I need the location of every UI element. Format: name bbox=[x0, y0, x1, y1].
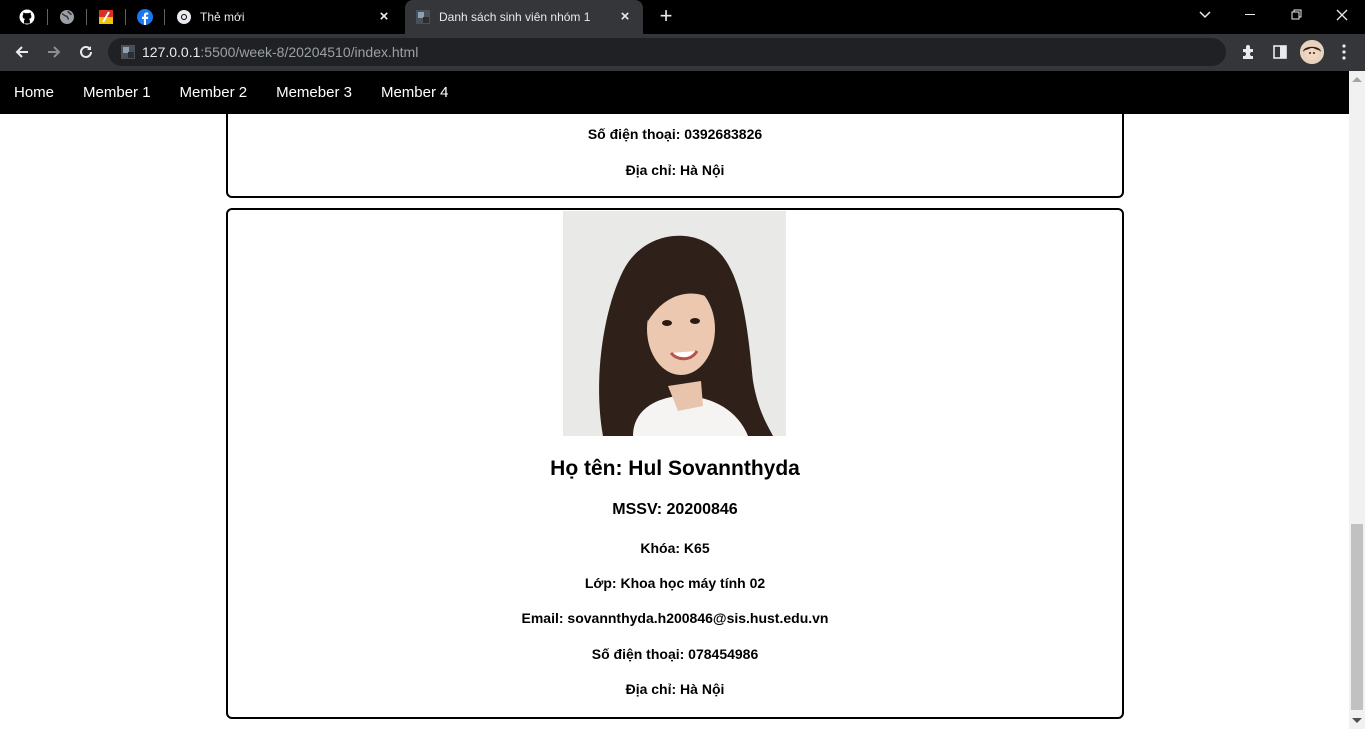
forward-button[interactable] bbox=[40, 38, 68, 66]
reload-button[interactable] bbox=[72, 38, 100, 66]
arrow-right-icon bbox=[48, 46, 61, 58]
nav-home[interactable]: Home bbox=[14, 84, 54, 101]
tab-new-tab[interactable]: Thẻ mới × bbox=[166, 0, 402, 34]
member-card: Họ tên: Hul Sovannthyda MSSV: 20200846 K… bbox=[226, 208, 1124, 719]
member-class: Lớp: Khoa học máy tính 02 bbox=[584, 575, 766, 591]
member-email: Email: sovannthyda.h200846@sis.hust.edu.… bbox=[521, 610, 829, 626]
chrome-icon bbox=[177, 10, 191, 24]
address-text: Địa chỉ: Hà Nội bbox=[625, 162, 725, 178]
nav-member-4[interactable]: Member 4 bbox=[381, 84, 449, 101]
nav-member-1[interactable]: Member 1 bbox=[83, 84, 151, 101]
member-name: Họ tên: Hul Sovannthyda bbox=[550, 457, 800, 480]
pinned-tab-facebook[interactable] bbox=[126, 0, 164, 34]
url-text: 127.0.0.1:5500/week-8/20204510/index.htm… bbox=[142, 44, 419, 60]
member-phone: Số điện thoại: 078454986 bbox=[591, 646, 759, 662]
side-panel-icon bbox=[1273, 45, 1287, 59]
restore-icon bbox=[1291, 9, 1302, 20]
reload-icon bbox=[80, 45, 92, 58]
pinned-tab-app[interactable] bbox=[87, 0, 125, 34]
arrow-left-icon bbox=[15, 46, 28, 58]
pinned-tab-globe[interactable] bbox=[48, 0, 86, 34]
tab-title: Danh sách sinh viên nhóm 1 bbox=[439, 10, 591, 24]
puzzle-icon bbox=[1243, 45, 1253, 59]
minimize-button[interactable] bbox=[1228, 0, 1274, 30]
scroll-down-arrow-icon[interactable] bbox=[1352, 718, 1362, 723]
page-favicon-icon bbox=[121, 45, 135, 59]
page-favicon-icon bbox=[416, 10, 430, 24]
side-panel-button[interactable] bbox=[1268, 40, 1292, 64]
avatar-icon bbox=[1300, 40, 1324, 64]
close-tab-icon[interactable]: × bbox=[617, 9, 633, 25]
page-scrollbar[interactable] bbox=[1349, 71, 1365, 729]
scrollbar-thumb[interactable] bbox=[1351, 524, 1363, 710]
page-viewport: Home Member 1 Member 2 Memeber 3 Member … bbox=[0, 71, 1349, 729]
tab-search-button[interactable] bbox=[1182, 0, 1228, 30]
member-mssv: MSSV: 20200846 bbox=[612, 501, 738, 518]
back-button[interactable] bbox=[8, 38, 36, 66]
restore-button[interactable] bbox=[1274, 0, 1320, 30]
close-tab-icon[interactable]: × bbox=[376, 9, 392, 25]
browser-tab-strip: Thẻ mới × Danh sách sinh viên nhóm 1 × + bbox=[0, 0, 1365, 34]
new-tab-button[interactable]: + bbox=[654, 5, 678, 29]
address-bar[interactable]: 127.0.0.1:5500/week-8/20204510/index.htm… bbox=[108, 38, 1226, 66]
browser-toolbar: 127.0.0.1:5500/week-8/20204510/index.htm… bbox=[0, 34, 1365, 71]
globe-icon bbox=[60, 10, 74, 24]
member-address: Địa chỉ: Hà Nội bbox=[625, 681, 725, 697]
pinned-tab-github[interactable] bbox=[8, 0, 46, 34]
close-icon bbox=[1336, 9, 1348, 21]
extensions-button[interactable] bbox=[1236, 40, 1260, 64]
bookmark-app-icon bbox=[99, 10, 113, 24]
nav-member-3[interactable]: Memeber 3 bbox=[276, 84, 352, 101]
member-course: Khóa: K65 bbox=[640, 540, 710, 556]
facebook-icon bbox=[137, 9, 153, 25]
more-vert-icon bbox=[1342, 44, 1346, 60]
chevron-down-icon bbox=[1199, 11, 1211, 19]
browser-menu-button[interactable] bbox=[1332, 40, 1356, 64]
close-window-button[interactable] bbox=[1319, 0, 1365, 30]
profile-avatar[interactable] bbox=[1300, 40, 1324, 64]
tab-title: Thẻ mới bbox=[200, 10, 245, 24]
member-photo bbox=[563, 211, 786, 436]
github-icon bbox=[19, 9, 35, 25]
site-nav: Home Member 1 Member 2 Memeber 3 Member … bbox=[0, 71, 1349, 114]
minimize-icon bbox=[1245, 14, 1255, 15]
scroll-up-arrow-icon[interactable] bbox=[1352, 77, 1362, 82]
tab-student-list[interactable]: Danh sách sinh viên nhóm 1 × bbox=[405, 0, 643, 34]
phone-text: Số điện thoại: 0392683826 bbox=[587, 126, 763, 142]
nav-member-2[interactable]: Member 2 bbox=[180, 84, 248, 101]
